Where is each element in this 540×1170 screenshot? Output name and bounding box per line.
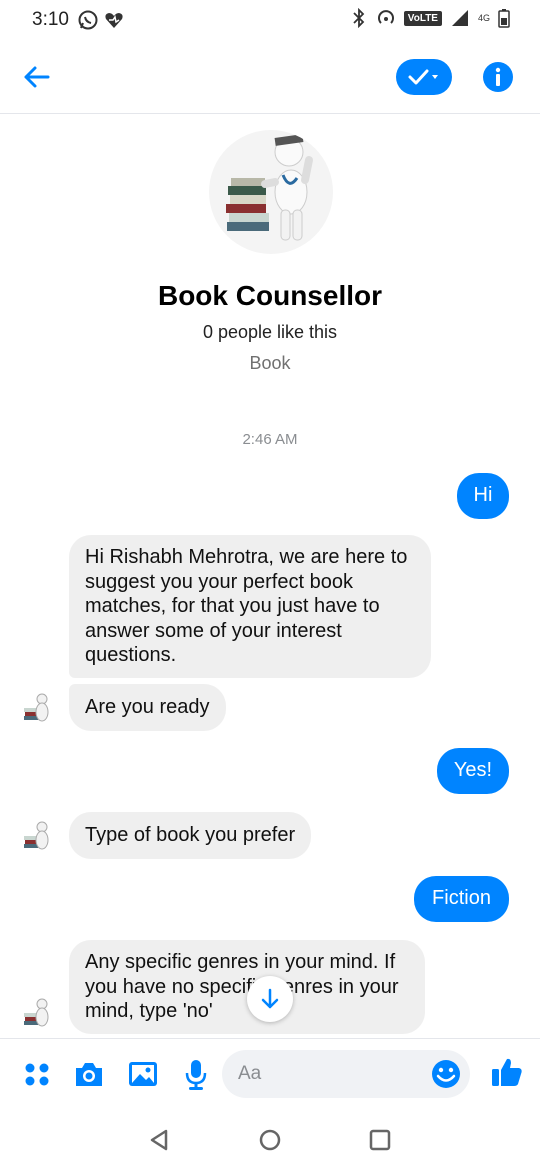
message-input-box[interactable] — [222, 1050, 470, 1098]
status-time: 3:10 — [32, 9, 69, 30]
bot-avatar-icon — [24, 693, 49, 722]
hotspot-icon — [377, 10, 394, 24]
message-composer — [0, 1038, 540, 1110]
arrow-down-icon — [261, 988, 279, 1009]
page-name: Book Counsellor — [157, 280, 382, 311]
bot-avatar-icon — [24, 998, 49, 1027]
mark-done-button[interactable] — [396, 59, 452, 95]
page-likes: 0 people like this — [202, 322, 338, 342]
message-bubble-incoming[interactable]: Type of book you prefer — [69, 812, 312, 859]
message-bubble-incoming[interactable]: Hi Rishabh Mehrotra, we are here to sugg… — [69, 535, 431, 678]
gallery-icon[interactable] — [126, 1057, 160, 1091]
apps-grid-icon[interactable] — [20, 1057, 54, 1091]
message-timestamp: 2:46 AM — [242, 431, 298, 448]
network-type: 4G — [477, 13, 490, 23]
system-nav-bar — [0, 1110, 540, 1170]
nav-home-icon[interactable] — [256, 1126, 284, 1154]
message-bubble-outgoing[interactable]: Yes! — [437, 748, 509, 794]
message-input[interactable] — [238, 1050, 418, 1098]
message-bubble-outgoing[interactable]: Hi — [457, 473, 509, 519]
message-bubble-incoming[interactable]: Are you ready — [69, 684, 226, 731]
back-arrow-icon[interactable] — [20, 60, 54, 94]
page-category: Book — [249, 353, 291, 373]
info-icon[interactable] — [482, 61, 514, 93]
thumbs-up-icon[interactable] — [490, 1055, 524, 1089]
battery-icon — [498, 9, 510, 28]
whatsapp-icon — [78, 10, 98, 30]
message-bubble-outgoing[interactable]: Fiction — [414, 876, 509, 922]
nav-back-icon[interactable] — [146, 1126, 174, 1154]
bot-avatar-icon — [24, 821, 49, 850]
microphone-icon[interactable] — [179, 1057, 213, 1091]
check-icon — [408, 69, 438, 85]
scroll-to-bottom-button[interactable] — [247, 976, 293, 1022]
status-bar: 3:10 VoLTE 4G — [0, 0, 540, 40]
volte-badge: VoLTE — [403, 10, 442, 26]
chat-header — [0, 40, 540, 114]
page-avatar — [209, 130, 333, 254]
signal-icon — [451, 10, 468, 26]
nav-recents-icon[interactable] — [366, 1126, 394, 1154]
bluetooth-icon — [353, 8, 365, 28]
camera-icon[interactable] — [72, 1057, 106, 1091]
chevron-down-icon — [432, 75, 438, 79]
heart-icon — [105, 13, 123, 28]
emoji-icon[interactable] — [430, 1058, 462, 1090]
